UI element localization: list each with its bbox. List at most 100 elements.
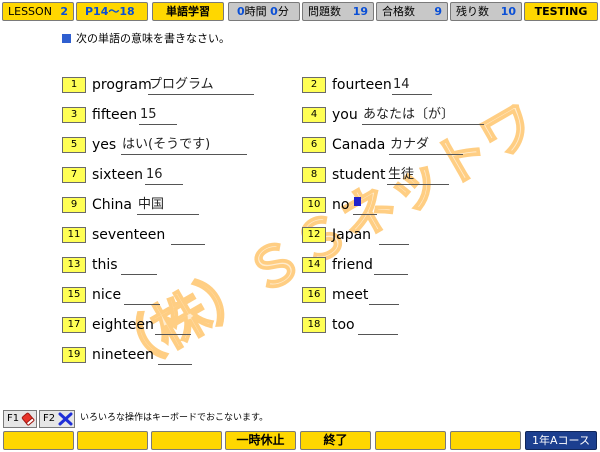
answer-field[interactable] [369,286,399,305]
question-number: 15 [62,287,86,303]
bottom-slot-1[interactable] [3,431,74,450]
question-count-value: 19 [352,5,368,18]
remaining-count-indicator: 残り数 10 [450,2,522,21]
answer-field[interactable] [358,316,398,335]
bottom-slot-3[interactable] [151,431,222,450]
passed-count-value: 9 [434,5,442,18]
question-number: 14 [302,257,326,273]
answer-field[interactable]: プログラム [148,76,254,95]
question-word: seventeen [92,227,166,243]
question-number: 11 [62,227,86,243]
mode-button[interactable]: 単語学習 [152,2,224,21]
question-number: 19 [62,347,86,363]
answer-field[interactable] [121,256,157,275]
f2-label: F2 [43,413,56,424]
question-word: program [92,77,152,93]
question-word: no [332,197,350,213]
time-hours-unit: 時間 [244,5,267,18]
question-number: 12 [302,227,326,243]
passed-count-label: 合格数 [382,5,415,18]
remaining-count-value: 10 [500,5,516,18]
question-number: 13 [62,257,86,273]
question-word: student [332,167,386,183]
question-word: yes [92,137,117,153]
question-word: fourteen [332,77,392,93]
question-number: 2 [302,77,326,93]
bottom-slot-6[interactable] [375,431,446,450]
answer-field[interactable]: カナダ [389,136,463,155]
answer-field[interactable] [155,316,191,335]
text-cursor-icon [354,197,361,206]
pause-button[interactable]: 一時休止 [225,431,296,450]
answer-field[interactable]: 中国 [137,196,199,215]
f1-label: F1 [7,413,20,424]
testing-status-button[interactable]: TESTING [524,2,598,21]
lesson-indicator: LESSON 2 [2,2,74,21]
question-word: nineteen [92,347,154,363]
answer-text: カナダ [390,137,430,152]
answer-field[interactable] [158,346,192,365]
time-minutes-unit: 分 [277,5,289,18]
question-number: 5 [62,137,86,153]
question-number: 16 [302,287,326,303]
question-word: Japan [332,227,372,243]
answer-field[interactable]: 16 [145,166,183,185]
answer-text: 中国 [138,197,165,212]
answer-text: 15 [140,107,157,122]
question-count-label: 問題数 [308,5,341,18]
f2-key[interactable]: F2 [39,410,75,428]
bottom-slot-2[interactable] [77,431,148,450]
question-word: meet [332,287,369,303]
question-word: eighteen [92,317,154,333]
answer-field[interactable] [374,256,408,275]
passed-count-indicator: 合格数 9 [376,2,448,21]
answer-text: 16 [146,167,163,182]
answer-field[interactable] [353,196,377,215]
question-number: 9 [62,197,86,213]
course-button[interactable]: 1年Aコース [525,431,597,450]
answer-field[interactable] [171,226,205,245]
instruction-text: 次の単語の意味を書きなさい。 [62,32,230,46]
answer-field[interactable]: 生徒 [387,166,449,185]
answer-field[interactable] [379,226,409,245]
answer-field[interactable]: あなたは〔が〕 [362,106,484,125]
answer-field[interactable]: 15 [139,106,177,125]
instruction-label: 次の単語の意味を書きなさい。 [76,32,230,45]
question-number: 8 [302,167,326,183]
time-minutes: 0 [270,5,278,18]
remaining-count-label: 残り数 [456,5,489,18]
lesson-value: 2 [60,5,68,18]
page-range-indicator: P14～18 [76,2,148,21]
question-word: too [332,317,355,333]
question-number: 7 [62,167,86,183]
question-number: 3 [62,107,86,123]
lesson-label: LESSON [8,5,52,18]
answer-field[interactable] [124,286,160,305]
answer-text: プログラム [149,77,214,92]
question-word: fifteen [92,107,138,123]
keyboard-note: いろいろな操作はキーボードでおこないます。 [80,413,269,423]
elapsed-time-indicator: 0時間 0分 [228,2,300,21]
question-number: 4 [302,107,326,123]
answer-text: 生徒 [388,167,415,182]
eraser-icon [21,412,35,426]
end-button[interactable]: 終了 [300,431,371,450]
answer-field[interactable]: 14 [392,76,432,95]
bottom-slot-7[interactable] [450,431,521,450]
answer-text: はい(そうです) [122,137,211,152]
question-word: China [92,197,132,213]
question-word: nice [92,287,122,303]
top-status-bar: LESSON 2 P14～18 単語学習 0時間 0分 問題数 19 合格数 9… [2,2,598,22]
answer-field[interactable]: はい(そうです) [121,136,247,155]
f1-key[interactable]: F1 [3,410,37,428]
question-word: Canada [332,137,386,153]
question-number: 10 [302,197,326,213]
question-number: 18 [302,317,326,333]
question-number: 17 [62,317,86,333]
question-word: friend [332,257,373,273]
question-word: you [332,107,358,123]
square-bullet-icon [62,34,71,43]
question-word: this [92,257,118,273]
question-number: 6 [302,137,326,153]
question-count-indicator: 問題数 19 [302,2,374,21]
